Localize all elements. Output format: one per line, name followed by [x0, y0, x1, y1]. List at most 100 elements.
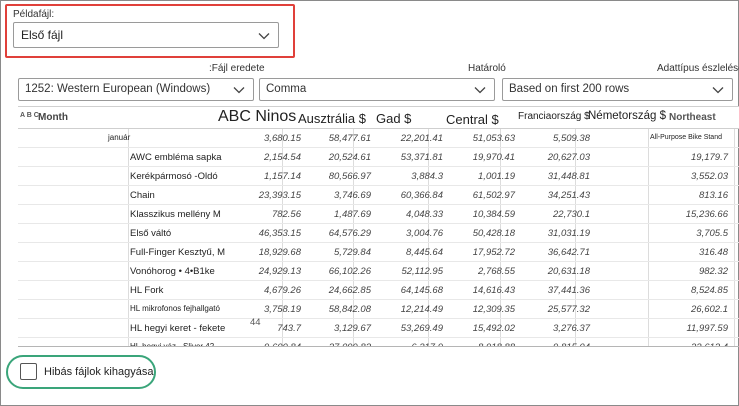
table-cell: 11,997.59 [686, 323, 728, 334]
table-cell: 31,031.19 [547, 228, 590, 239]
table-cell: 80,566.97 [328, 171, 371, 182]
table-cell: 3,884.3 [411, 171, 443, 182]
table-cell: 19,179.7 [691, 152, 728, 163]
table-row: HL Fork 4,679.26 24,662.85 64,145.68 14,616.… [18, 281, 739, 300]
table-cell: 58,477.61 [328, 133, 371, 144]
table-cell: 60,366.84 [400, 190, 443, 201]
table-cell: 4,048.33 [406, 209, 443, 220]
table-cell: 61,502.97 [472, 190, 515, 201]
table-cell: 12,309.35 [472, 304, 515, 315]
table-row: Full-Finger Kesztyű, M 18,929.68 5,729.84 8… [18, 243, 739, 262]
row-label: Klasszikus mellény M [130, 209, 221, 220]
table-cell: 17,952.72 [472, 247, 515, 258]
table-row: AWC embléma sapka 2,154.54 20,524.61 53,371… [18, 148, 739, 167]
table-cell: 53,371.81 [400, 152, 443, 163]
table-cell: 3,276.37 [553, 323, 590, 334]
sample-file-label: Példafájl: [13, 9, 55, 20]
data-preview-grid[interactable]: A B C Month ABC Ninos Ausztrália $ Gad $… [18, 106, 739, 346]
row-label: HL Fork [130, 285, 164, 296]
table-cell: 20,524.61 [328, 152, 371, 163]
table-cell: 37,441.36 [547, 285, 590, 296]
table-cell: 20,631.18 [547, 266, 590, 277]
chevron-down-icon [233, 87, 245, 94]
delimiter-value: Comma [266, 83, 307, 95]
table-cell: 15,236.66 [685, 209, 728, 220]
table-cell: 10,384.59 [472, 209, 515, 220]
table-cell: 5,729.84 [334, 247, 371, 258]
row-label: Vonóhorog • 4•B1ke [130, 266, 215, 277]
stray-number: 44 [250, 317, 261, 328]
table-cell: 3,129.67 [334, 323, 371, 334]
table-cell: 12,214.49 [400, 304, 443, 315]
table-cell: 14,616.43 [472, 285, 515, 296]
table-row: Vonóhorog • 4•B1ke 24,929.13 66,102.26 52,1… [18, 262, 739, 281]
column-header-ninos[interactable]: ABC Ninos [218, 108, 296, 130]
table-cell: 51,053.63 [472, 133, 515, 144]
table-cell: 64,576.29 [328, 228, 371, 239]
table-row: HL hegyi keret - fekete 743.7 3,129.67 53,2… [18, 319, 739, 338]
chevron-down-icon [474, 87, 486, 94]
data-type-detection-value: Based on first 200 rows [509, 83, 630, 95]
table-cell: 3,705.5 [696, 228, 728, 239]
table-cell: 3,758.19 [264, 304, 301, 315]
file-origin-value: 1252: Western European (Windows) [25, 83, 211, 95]
file-origin-dropdown[interactable]: 1252: Western European (Windows) [18, 78, 254, 101]
skip-errors-checkbox[interactable] [20, 363, 37, 380]
table-cell: 22,730.1 [553, 209, 590, 220]
table-row: HL mikrofonos fejhallgató 3,758.19 58,842.… [18, 300, 739, 319]
table-cell: 36,642.71 [547, 247, 590, 258]
table-cell: 23,393.15 [258, 190, 301, 201]
table-cell: 3,552.03 [691, 171, 728, 182]
table-cell: 782.56 [271, 209, 301, 220]
table-row: HL hegyi váz - Sliver 429,600.8437,099.8… [18, 338, 739, 346]
row-label: Full-Finger Kesztyű, M [130, 247, 226, 258]
table-row: Klasszikus mellény M 782.56 1,487.69 4,048.… [18, 205, 739, 224]
table-cell: 3,746.69 [334, 190, 371, 201]
table-cell: 8,524.85 [691, 285, 728, 296]
table-cell: 1,487.69 [334, 209, 371, 220]
table-cell: 53,269.49 [400, 323, 443, 334]
row-label: január [108, 133, 131, 142]
table-cell: 2,154.54 [264, 152, 301, 163]
delimiter-label: Határoló [468, 63, 506, 74]
row-label: Első váltó [130, 228, 172, 239]
grid-header-row: A B C Month ABC Ninos Ausztrália $ Gad $… [18, 107, 739, 129]
table-cell: 25,577.32 [547, 304, 590, 315]
table-cell: 2,768.55 [478, 266, 515, 277]
row-label: Chain [130, 190, 155, 201]
sample-file-dropdown[interactable]: Első fájl [13, 22, 279, 48]
row-label: AWC embléma sapka [130, 152, 222, 163]
table-cell: 46,353.15 [258, 228, 301, 239]
table-row: Kerékpármosó -Oldó 1,157.14 80,566.97 3,884… [18, 167, 739, 186]
table-cell: 52,112.95 [401, 266, 443, 277]
table-cell: 31,448.81 [547, 171, 590, 182]
table-row: január 3,680.15 58,477.61 22,201.41 51,053.6… [18, 129, 739, 148]
table-cell: 1,001.19 [478, 171, 515, 182]
table-cell: 982.32 [698, 266, 728, 277]
chevron-down-icon [258, 33, 270, 40]
chevron-down-icon [712, 87, 724, 94]
table-cell: 22,201.41 [400, 133, 443, 144]
data-type-detection-dropdown[interactable]: Based on first 200 rows [502, 78, 733, 101]
table-cell: 20,627.03 [547, 152, 590, 163]
table-cell: 3,680.15 [264, 133, 301, 144]
table-cell: 50,428.18 [472, 228, 515, 239]
table-cell: 813.16 [698, 190, 728, 201]
table-cell: 24,662.85 [328, 285, 371, 296]
sample-file-value: Első fájl [21, 28, 64, 42]
delimiter-dropdown[interactable]: Comma [259, 78, 495, 101]
file-origin-label: :Fájl eredete [209, 63, 265, 74]
table-cell: 18,929.68 [258, 247, 301, 258]
table-cell: 64,145.68 [400, 285, 443, 296]
row-label: HL mikrofonos fejhallgató [130, 304, 220, 313]
table-cell: 15,492.02 [472, 323, 515, 334]
table-row: Chain 23,393.15 3,746.69 60,366.84 61,502.97… [18, 186, 739, 205]
grid-bottom-scrollbar[interactable] [18, 346, 739, 347]
table-cell: 66,102.26 [328, 266, 371, 277]
row-label: HL hegyi keret - fekete [130, 323, 226, 334]
table-cell: All-Purpose Bike Stand [650, 134, 722, 141]
table-row: Első váltó 46,353.15 64,576.29 3,004.76 50,4… [18, 224, 739, 243]
table-cell: 5,509.38 [553, 133, 590, 144]
table-cell: 26,602.1 [691, 304, 728, 315]
table-cell: 4,679.26 [264, 285, 301, 296]
